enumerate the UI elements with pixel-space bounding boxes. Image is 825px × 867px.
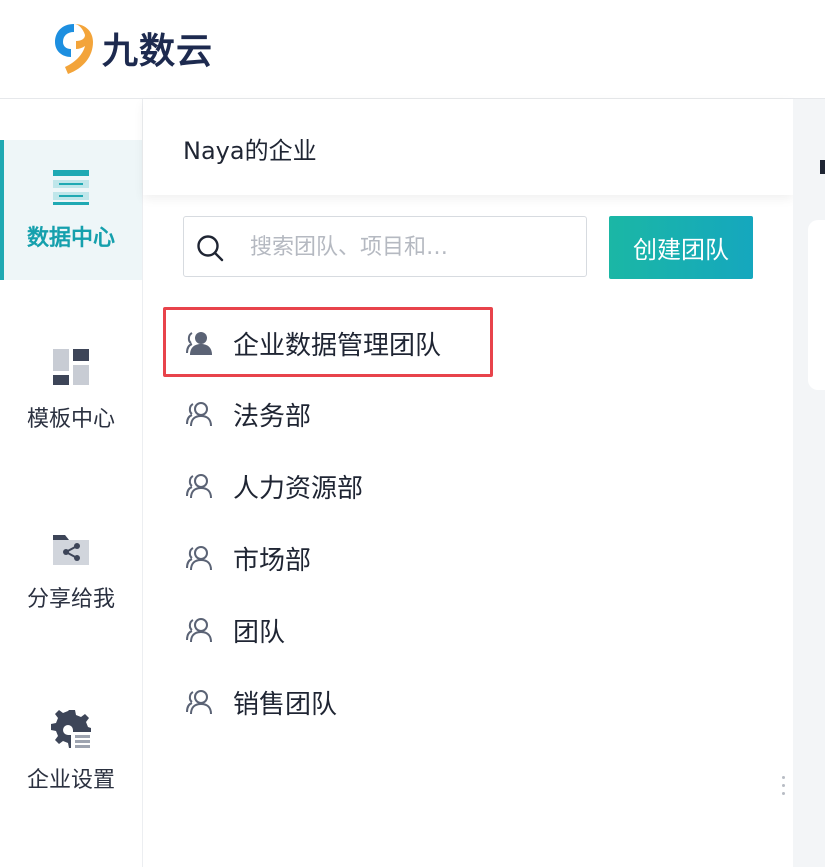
search-icon xyxy=(197,235,224,262)
gear-settings-icon xyxy=(51,710,91,748)
panel-resize-handle-icon[interactable] xyxy=(782,776,785,800)
team-icon xyxy=(186,474,212,499)
team-item[interactable]: 团队 xyxy=(163,594,493,664)
team-label: 销售团队 xyxy=(233,690,338,720)
sidebar-item-label: 模板中心 xyxy=(26,407,115,432)
team-panel: Naya的企业 创建团队 企业数据管理团队 法务部 xyxy=(143,99,793,867)
team-item[interactable]: 企业数据管理团队 xyxy=(163,307,493,377)
shared-folder-icon xyxy=(53,535,89,565)
content-area-edge xyxy=(793,99,825,867)
team-item[interactable]: 人力资源部 xyxy=(163,450,493,520)
team-item[interactable]: 市场部 xyxy=(163,522,493,592)
create-team-button[interactable]: 创建团队 xyxy=(609,216,753,279)
left-sidebar: 数据中心 模板中心 分享给我 企业设置 xyxy=(0,99,143,867)
content-card-edge xyxy=(808,220,825,390)
team-item[interactable]: 法务部 xyxy=(163,378,493,448)
panel-header: Naya的企业 xyxy=(143,99,793,195)
team-label: 人力资源部 xyxy=(233,474,364,504)
team-icon xyxy=(186,402,212,427)
team-label: 市场部 xyxy=(233,546,312,576)
team-icon xyxy=(186,332,212,355)
team-label: 企业数据管理团队 xyxy=(233,331,442,361)
sidebar-item-enterprise-settings[interactable]: 企业设置 xyxy=(0,681,142,821)
team-icon xyxy=(186,690,212,715)
team-icon xyxy=(186,546,212,571)
brand-name: 九数云 xyxy=(102,31,214,72)
search-box[interactable] xyxy=(183,216,587,277)
template-icon xyxy=(53,349,89,385)
search-input[interactable] xyxy=(248,225,572,270)
team-item[interactable]: 销售团队 xyxy=(163,666,493,736)
brand-logo[interactable]: 九数云 xyxy=(52,20,213,76)
sidebar-item-label: 数据中心 xyxy=(26,226,115,251)
team-label: 团队 xyxy=(233,618,286,648)
sidebar-item-label: 企业设置 xyxy=(26,768,115,793)
logo-mark-icon xyxy=(55,24,93,74)
team-label: 法务部 xyxy=(233,402,312,432)
sidebar-item-shared-with-me[interactable]: 分享给我 xyxy=(0,502,142,642)
top-header: 九数云 xyxy=(0,0,825,99)
content-text-edge xyxy=(820,160,825,174)
sidebar-item-label: 分享给我 xyxy=(26,587,115,612)
sidebar-item-data-center[interactable]: 数据中心 xyxy=(0,140,142,280)
sidebar-item-template-center[interactable]: 模板中心 xyxy=(0,320,142,460)
data-center-icon xyxy=(53,170,89,205)
enterprise-title[interactable]: Naya的企业 xyxy=(183,131,317,166)
team-icon xyxy=(186,618,212,643)
